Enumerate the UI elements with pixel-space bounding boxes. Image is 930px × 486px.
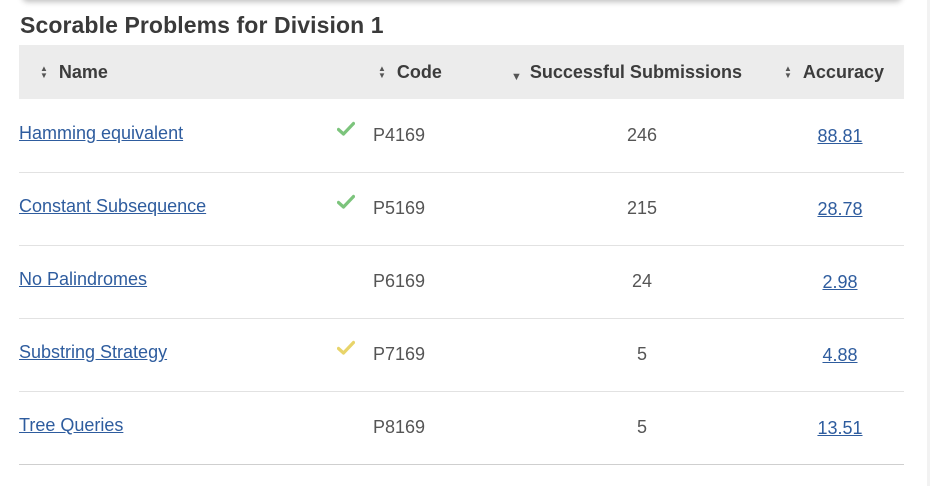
problem-code: P8169	[373, 417, 426, 437]
status-cell	[337, 245, 373, 318]
accuracy-link[interactable]: 13.51	[817, 418, 862, 438]
solved-check-icon	[336, 194, 356, 210]
column-header-accuracy[interactable]: ▲ ▼ Accuracy	[776, 45, 904, 99]
successful-submissions-count: 24	[631, 271, 653, 291]
sort-both-icon[interactable]: ▲ ▼	[40, 64, 48, 79]
table-body: Hamming equivalent P4169 246 88.81 Constant …	[19, 99, 904, 464]
problem-name-link[interactable]: No Palindromes	[19, 269, 147, 289]
successful-submissions-count: 246	[626, 124, 658, 145]
table-row: Constant Subsequence P5169 215 28.78	[19, 172, 904, 245]
accuracy-cell: 13.51	[776, 392, 904, 465]
problem-name-link[interactable]: Substring Strategy	[19, 342, 167, 362]
table-row: Substring Strategy P7169 5 4.88	[19, 318, 904, 391]
column-header-successful-submissions-label: Successful Submissions	[529, 61, 742, 82]
problem-name-link[interactable]: Tree Queries	[19, 415, 123, 435]
problem-name-cell: Tree Queries	[19, 389, 337, 462]
problem-name-cell: Hamming equivalent	[19, 97, 337, 170]
column-header-name[interactable]: ▲ ▼ Name	[19, 45, 337, 99]
column-header-name-label: Name	[58, 61, 108, 82]
accuracy-link[interactable]: 28.78	[817, 199, 862, 219]
status-cell	[336, 318, 373, 391]
status-cell	[336, 172, 373, 245]
problem-name-link[interactable]: Constant Subsequence	[19, 196, 206, 216]
column-header-status	[337, 45, 373, 99]
accuracy-cell: 88.81	[776, 100, 904, 173]
status-cell	[337, 391, 373, 464]
partial-check-icon	[336, 340, 356, 356]
table-header-row: ▲ ▼ Name ▲ ▼ Code ▼ Successful Submissions ▲ ▼…	[19, 45, 904, 99]
problem-name-cell: Constant Subsequence	[19, 170, 337, 243]
solved-check-icon	[336, 121, 356, 137]
column-header-successful-submissions[interactable]: ▼ Successful Submissions	[508, 45, 776, 99]
successful-submissions-count: 5	[636, 417, 647, 437]
problem-name-cell: No Palindromes	[19, 243, 337, 316]
column-header-code-label: Code	[396, 61, 442, 82]
accuracy-cell: 4.88	[776, 319, 904, 392]
problem-code: P7169	[373, 344, 426, 364]
problem-code: P5169	[373, 198, 426, 218]
successful-submissions-count: 215	[626, 198, 658, 218]
problem-name-cell: Substring Strategy	[19, 316, 337, 389]
accuracy-link[interactable]: 88.81	[817, 126, 862, 146]
page-title: Scorable Problems for Division 1	[20, 12, 384, 38]
sort-both-icon[interactable]: ▲ ▼	[784, 64, 792, 79]
column-header-code[interactable]: ▲ ▼ Code	[373, 45, 508, 99]
problem-name-link[interactable]: Hamming equivalent	[19, 123, 183, 143]
problem-code: P6169	[373, 271, 426, 291]
accuracy-cell: 28.78	[776, 173, 904, 246]
accuracy-link[interactable]: 4.88	[822, 345, 857, 365]
problem-code: P4169	[373, 124, 426, 145]
successful-submissions-count: 5	[636, 344, 647, 364]
accuracy-cell: 2.98	[776, 246, 904, 319]
sort-descending-icon[interactable]: ▼	[511, 71, 522, 83]
problems-table: ▲ ▼ Name ▲ ▼ Code ▼ Successful Submissions ▲ ▼…	[19, 45, 904, 465]
table-row: No Palindromes P6169 24 2.98	[19, 245, 904, 318]
table-row: Hamming equivalent P4169 246 88.81	[19, 99, 904, 172]
accuracy-link[interactable]: 2.98	[822, 272, 857, 292]
sort-both-icon[interactable]: ▲ ▼	[378, 64, 386, 79]
table-row: Tree Queries P8169 5 13.51	[19, 391, 904, 464]
column-header-accuracy-label: Accuracy	[802, 61, 884, 82]
status-cell	[336, 99, 373, 172]
